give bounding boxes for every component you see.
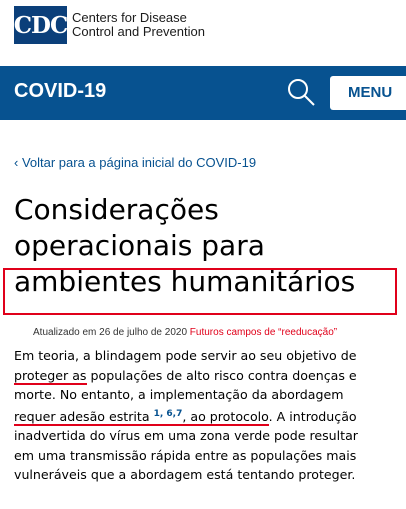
updated-line: Atualizado em 26 de julho de 2020 Futuro… [33, 327, 337, 338]
menu-button[interactable]: MENU [330, 76, 406, 110]
line-text: requer adesão estrita [14, 408, 154, 424]
line-text: . A introdução [268, 408, 357, 424]
site-topbar: COVID-19 MENU [0, 66, 406, 120]
back-to-home-link[interactable]: ‹ Voltar para a página inicial do COVID-… [14, 155, 256, 170]
underlined-phrase: requer adesão estrita 1, 6,7, ao protoco… [14, 408, 269, 426]
cdc-logo-header[interactable]: CDC Centers for Disease Control and Prev… [14, 6, 205, 44]
search-icon [288, 79, 315, 106]
section-title[interactable]: COVID-19 [14, 80, 106, 103]
line-text: populações de alto risco contra doenças … [86, 367, 357, 383]
paragraph-line: requer adesão estrita 1, 6,7, ao protoco… [14, 405, 404, 427]
paragraph-line: inadvertida do vírus em uma zona verde p… [14, 428, 358, 443]
updated-date: Atualizado em 26 de julho de 2020 [33, 327, 188, 338]
title-line: operacionais para [14, 229, 265, 262]
title-line: Considerações [14, 193, 219, 226]
org-name-line1: Centers for Disease [72, 10, 187, 25]
article-paragraph: Em teoria, a blindagem pode servir ao se… [14, 346, 404, 485]
paragraph-line: em uma transmissão rápida entre as popul… [14, 447, 357, 463]
paragraph-line: Em teoria, a blindagem pode servir ao se… [14, 348, 357, 363]
underlined-phrase: proteger as [14, 367, 87, 385]
highlight-box [3, 268, 397, 315]
paragraph-line: morte. No entanto, a implementação da ab… [14, 387, 344, 402]
paragraph-line: proteger as populações de alto risco con… [14, 366, 404, 386]
org-name: Centers for Disease Control and Preventi… [72, 11, 205, 39]
org-name-line2: Control and Prevention [72, 24, 205, 39]
cdc-logo[interactable]: CDC [14, 6, 68, 44]
paragraph-line: vulneráveis que a abordagem está tentand… [14, 467, 356, 482]
search-button[interactable] [284, 75, 318, 109]
line-text: , ao protocolo [182, 408, 269, 424]
annotation-note: Futuros campos de “reeducação” [189, 327, 338, 338]
reference-link[interactable]: 1, 6,7 [154, 409, 183, 419]
